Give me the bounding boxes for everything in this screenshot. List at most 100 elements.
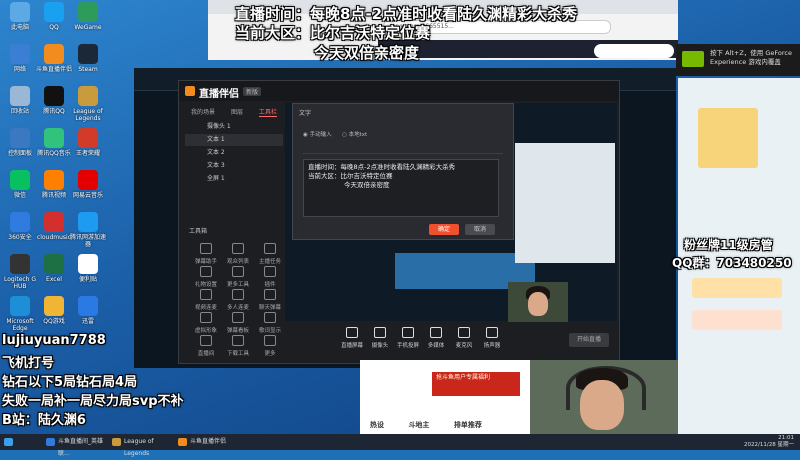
tab-toolbar[interactable]: 工具栏 <box>258 109 277 117</box>
tool-button[interactable]: 更多 <box>255 335 285 357</box>
taskbar-item[interactable]: 斗鱼直播间_英雄联... <box>44 436 108 457</box>
layer-item[interactable]: 文本 2 <box>185 147 283 159</box>
desktop-icon-label: Logitech G HUB <box>3 276 37 290</box>
desktop-icon-label: 腾讯QQ音乐 <box>37 150 71 157</box>
tool-button[interactable]: 视频连麦 <box>191 289 221 311</box>
text-content-input[interactable]: 直播时间：每晚8点-2点准时收看陆久渊精彩大杀秀 当前大区：比尔吉沃特定位赛 今… <box>303 159 499 217</box>
promo-banner[interactable]: 抢斗鱼用户专属福利 <box>432 372 520 396</box>
desktop-icon[interactable]: 网易云音乐 <box>70 170 106 199</box>
desktop-icon-label: QQ <box>49 24 59 31</box>
desktop-icon-label: WeGame <box>74 24 102 31</box>
source-button[interactable]: 摄像头 <box>365 327 395 349</box>
input-mode-options: ◉ 手动输入 ○ 本地txt <box>303 130 367 138</box>
desktop-icon[interactable]: QQ <box>36 2 72 31</box>
source-icon <box>402 327 414 338</box>
text-format-toolbar[interactable] <box>303 144 503 154</box>
overlay-account: lujiuyuan7788 <box>2 333 106 348</box>
app-icon <box>10 212 30 232</box>
desktop-icon[interactable]: 微信 <box>2 170 38 199</box>
desktop-icon[interactable]: League of Legends <box>70 86 106 122</box>
option-manual-input[interactable]: 手动输入 <box>310 132 332 138</box>
tool-icon <box>200 312 212 323</box>
desktop-icon[interactable]: 腾讯视频 <box>36 170 72 199</box>
start-button[interactable] <box>2 436 14 448</box>
desktop-icon[interactable]: 迅雷 <box>70 296 106 325</box>
confirm-button[interactable]: 确定 <box>429 224 459 235</box>
clock-date: 2022/11/28 星期一 <box>744 442 794 448</box>
layer-item[interactable]: 全屏 1 <box>185 173 283 185</box>
version-badge: 新版 <box>243 87 262 96</box>
desktop-icon[interactable]: 便利贴 <box>70 254 106 283</box>
tool-button[interactable]: 直播间 <box>191 335 221 357</box>
start-stream-button[interactable]: 开始直播 <box>569 333 609 347</box>
promo-tab[interactable]: 排单推荐 <box>454 421 482 429</box>
source-button[interactable]: 多媒体 <box>421 327 451 349</box>
tool-button[interactable]: 聊天弹幕 <box>255 289 285 311</box>
taskbar-app-icon <box>46 438 55 446</box>
option-local-txt[interactable]: 本地txt <box>349 132 368 138</box>
taskbar-item[interactable]: League of Legends <box>110 436 174 457</box>
desktop-icon[interactable]: Logitech G HUB <box>2 254 38 290</box>
tool-button[interactable]: 观众列表 <box>223 243 253 265</box>
source-icon <box>430 327 442 338</box>
app-titlebar: 直播伴侣 新版 <box>179 81 619 101</box>
tool-button[interactable]: 虚拟形象 <box>191 312 221 334</box>
webcam-face <box>580 380 624 430</box>
source-label: 麦克风 <box>455 343 473 349</box>
desktop-icon[interactable]: 王者荣耀 <box>70 128 106 157</box>
tool-icon <box>200 335 212 346</box>
desktop-icon[interactable]: WeGame <box>70 2 106 31</box>
source-button[interactable]: 直播屏幕 <box>337 327 367 349</box>
desktop-icon-label: Excel <box>46 276 62 283</box>
layer-item[interactable]: 摄像头 1 <box>185 121 283 133</box>
tool-button[interactable]: 插件 <box>255 266 285 288</box>
desktop-icon[interactable]: cloudmusic <box>36 212 72 241</box>
tool-button[interactable]: 下载工具 <box>223 335 253 357</box>
source-label: 多媒体 <box>427 343 445 349</box>
overlay-rules: 钻石以下5局钻石局4局 <box>2 375 138 390</box>
desktop-icon[interactable]: 控制面板 <box>2 128 38 157</box>
desktop-icon[interactable]: Excel <box>36 254 72 283</box>
cancel-button[interactable]: 取消 <box>465 224 495 235</box>
clock-time: 21:01 <box>778 435 794 441</box>
promo-card[interactable] <box>692 278 782 298</box>
source-label: 手机投屏 <box>396 343 419 349</box>
desktop-icon[interactable]: Steam <box>70 44 106 73</box>
desktop-icon[interactable]: 斗鱼直播伴侣 <box>36 44 72 73</box>
desktop-icon[interactable]: 腾讯网游加速器 <box>70 212 106 248</box>
tool-icon <box>264 335 276 346</box>
tool-button[interactable]: 歌词显示 <box>255 312 285 334</box>
tool-button[interactable]: 礼物设置 <box>191 266 221 288</box>
source-button[interactable]: 手机投屏 <box>393 327 423 349</box>
desktop-icon[interactable]: Microsoft Edge <box>2 296 38 332</box>
desktop-icon[interactable]: 此电脑 <box>2 2 38 31</box>
layer-item[interactable]: 文本 1 <box>185 134 283 146</box>
desktop-icon[interactable]: 360安全 <box>2 212 38 241</box>
taskbar-item-label: 斗鱼直播间_英雄联... <box>58 438 104 457</box>
taskbar-item[interactable]: 斗鱼直播伴侣 <box>176 436 240 448</box>
tab-layers[interactable]: 图层 <box>231 109 243 116</box>
desktop-icon[interactable]: 腾讯QQ <box>36 86 72 115</box>
gift-card[interactable] <box>698 108 758 168</box>
tool-button[interactable]: 弹幕看板 <box>223 312 253 334</box>
app-icon <box>10 128 30 148</box>
desktop-icon[interactable]: 网络 <box>2 44 38 73</box>
tool-button[interactable]: 主播任务 <box>255 243 285 265</box>
taskbar-clock[interactable]: 21:01 2022/11/28 星期一 <box>744 435 794 449</box>
source-button[interactable]: 麦克风 <box>449 327 479 349</box>
layer-item[interactable]: 文本 3 <box>185 160 283 172</box>
promo-card[interactable] <box>692 310 782 330</box>
tab-scenes[interactable]: 我的场景 <box>191 109 215 116</box>
source-button[interactable]: 扬声器 <box>477 327 507 349</box>
desktop-icon[interactable]: QQ游戏 <box>36 296 72 325</box>
tool-button[interactable]: 更多工具 <box>223 266 253 288</box>
desktop-icon-label: cloudmusic <box>37 234 71 241</box>
site-search-input[interactable] <box>594 44 674 58</box>
desktop-icon[interactable]: 回收站 <box>2 86 38 115</box>
promo-tab[interactable]: 斗地主 <box>408 421 429 429</box>
tool-button[interactable]: 弹幕助手 <box>191 243 221 265</box>
tool-button[interactable]: 多人连麦 <box>223 289 253 311</box>
promo-tab[interactable]: 热设 <box>370 421 384 429</box>
desktop-icon[interactable]: 腾讯QQ音乐 <box>36 128 72 157</box>
nvidia-overlay-toast[interactable]: 按下 Alt+Z，使用 GeForce Experience 游戏内覆盖 <box>676 44 800 76</box>
